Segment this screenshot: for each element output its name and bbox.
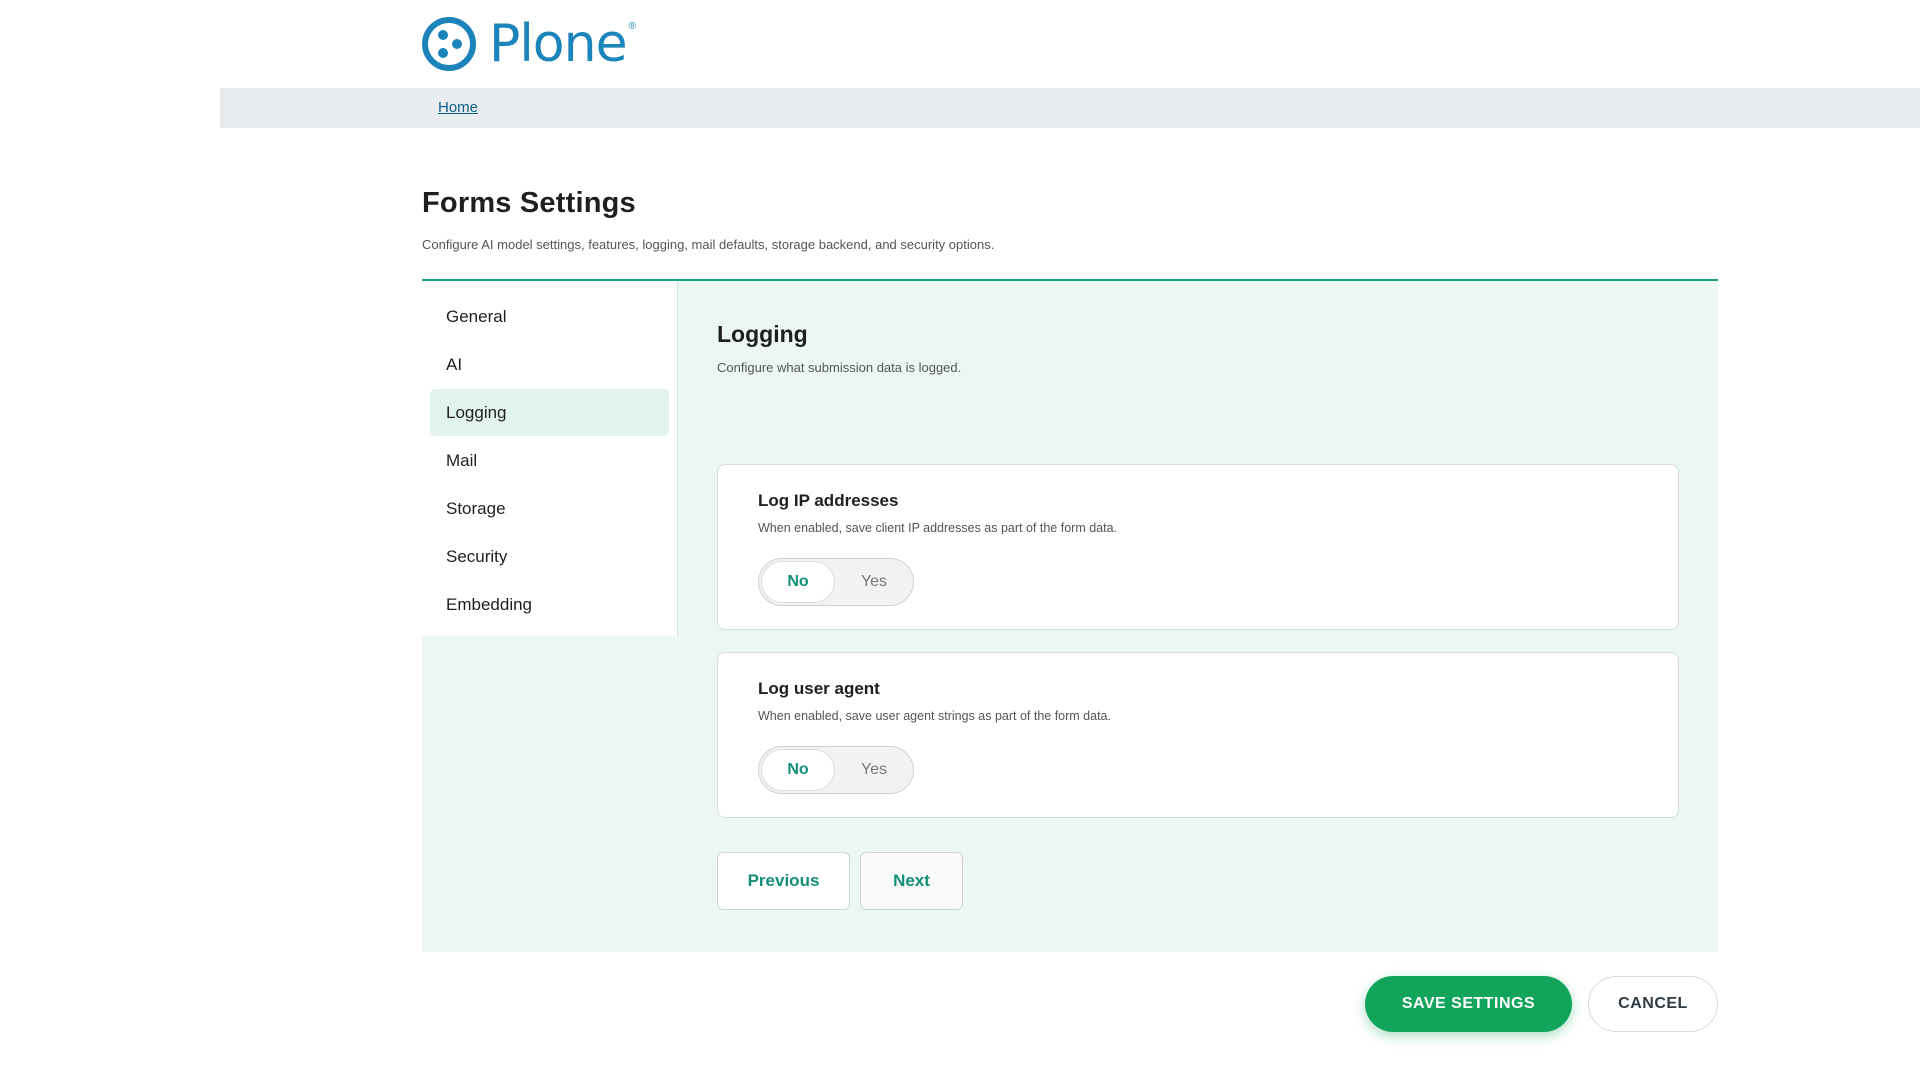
next-button[interactable]: Next — [860, 852, 963, 910]
logo-registered-mark: ® — [628, 20, 636, 32]
setting-description: When enabled, save user agent strings as… — [758, 709, 1111, 723]
sidebar-item-logging[interactable]: Logging — [430, 389, 669, 436]
breadcrumb: Home — [220, 88, 1920, 128]
page-title: Forms Settings — [422, 187, 636, 219]
setting-title: Log user agent — [758, 679, 880, 698]
log-ip-toggle: No Yes — [758, 558, 914, 606]
breadcrumb-home-link[interactable]: Home — [438, 99, 478, 116]
save-settings-button[interactable]: SAVE SETTINGS — [1365, 976, 1572, 1032]
sidebar-item-ai[interactable]: AI — [430, 341, 669, 388]
site-logo[interactable]: Plone ® — [421, 14, 636, 74]
setting-title: Log IP addresses — [758, 491, 899, 510]
settings-sidebar: General AI Logging Mail Storage Security… — [422, 281, 678, 636]
setting-card-log-user-agent: Log user agent When enabled, save user a… — [717, 652, 1679, 818]
wizard-navigation: Previous Next — [717, 852, 963, 910]
page-description: Configure AI model settings, features, l… — [422, 237, 995, 252]
logo-text: Plone — [489, 14, 628, 74]
sidebar-item-general[interactable]: General — [430, 293, 669, 340]
sidebar-item-mail[interactable]: Mail — [430, 437, 669, 484]
cancel-button[interactable]: CANCEL — [1588, 976, 1718, 1032]
settings-panel: General AI Logging Mail Storage Security… — [422, 279, 1718, 952]
setting-description: When enabled, save client IP addresses a… — [758, 521, 1118, 535]
toggle-option-no[interactable]: No — [762, 562, 834, 602]
logging-section: Logging Configure what submission data i… — [717, 321, 1679, 910]
sidebar-item-embedding[interactable]: Embedding — [430, 581, 669, 628]
log-user-agent-toggle: No Yes — [758, 746, 914, 794]
plone-logo-icon — [422, 17, 476, 71]
setting-card-log-ip: Log IP addresses When enabled, save clie… — [717, 464, 1679, 630]
section-title: Logging — [717, 321, 808, 347]
sidebar-item-security[interactable]: Security — [430, 533, 669, 580]
sidebar-item-storage[interactable]: Storage — [430, 485, 669, 532]
previous-button[interactable]: Previous — [717, 852, 850, 910]
toggle-option-yes[interactable]: Yes — [838, 750, 910, 790]
toggle-option-yes[interactable]: Yes — [838, 562, 910, 602]
section-description: Configure what submission data is logged… — [717, 360, 962, 375]
toggle-option-no[interactable]: No — [762, 750, 834, 790]
